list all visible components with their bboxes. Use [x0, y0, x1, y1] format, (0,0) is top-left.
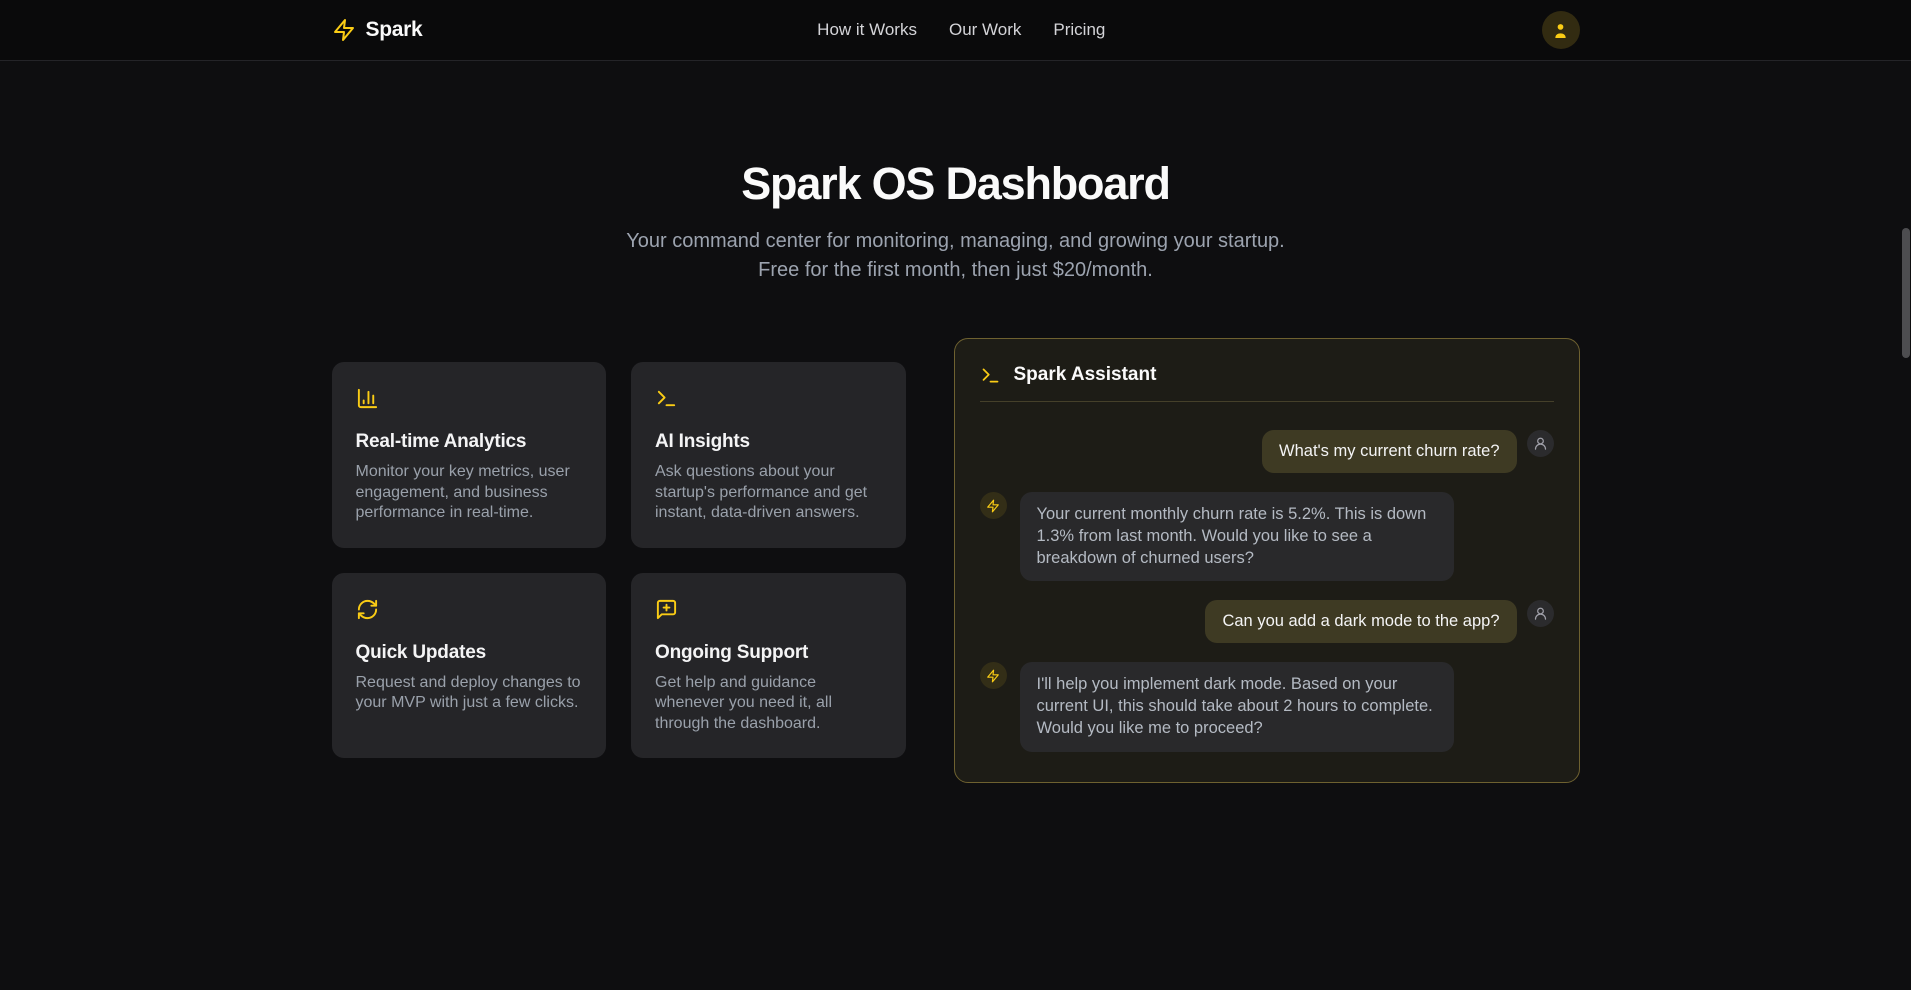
chat-messages: What's my current churn rate? Your curre… [980, 430, 1554, 752]
assistant-message-bubble: Your current monthly churn rate is 5.2%.… [1020, 492, 1454, 581]
feature-card-ongoing-support: Ongoing Support Get help and guidance wh… [631, 573, 906, 759]
terminal-icon [980, 365, 1001, 386]
brand-logo[interactable]: Spark [332, 18, 423, 42]
assistant-avatar [980, 662, 1007, 689]
feature-card-ai-insights: AI Insights Ask questions about your sta… [631, 362, 906, 548]
terminal-icon [655, 387, 678, 410]
chat-message-user: Can you add a dark mode to the app? [980, 600, 1554, 643]
nav-pricing[interactable]: Pricing [1053, 20, 1105, 40]
user-avatar-button[interactable] [1542, 11, 1580, 49]
feature-description: Request and deploy changes to your MVP w… [356, 673, 583, 714]
spark-bolt-icon [986, 669, 1000, 683]
user-icon [1533, 606, 1548, 621]
refresh-icon [356, 598, 379, 621]
feature-description: Ask questions about your startup's perfo… [655, 462, 882, 524]
message-square-plus-icon [655, 598, 678, 621]
page-title: Spark OS Dashboard [0, 158, 1911, 210]
user-icon [1551, 21, 1570, 40]
chat-message-assistant: I'll help you implement dark mode. Based… [980, 662, 1554, 751]
main-nav: How it Works Our Work Pricing [817, 20, 1105, 40]
assistant-title: Spark Assistant [1014, 364, 1157, 386]
page-subtitle: Your command center for monitoring, mana… [613, 227, 1298, 285]
divider [980, 401, 1554, 402]
feature-title: Ongoing Support [655, 642, 882, 664]
nav-our-work[interactable]: Our Work [949, 20, 1021, 40]
chat-message-assistant: Your current monthly churn rate is 5.2%.… [980, 492, 1554, 581]
bar-chart-icon [356, 387, 379, 410]
feature-title: Real-time Analytics [356, 431, 583, 453]
hero-section: Spark OS Dashboard Your command center f… [0, 61, 1911, 285]
feature-description: Monitor your key metrics, user engagemen… [356, 462, 583, 524]
spark-bolt-icon [332, 18, 356, 42]
user-message-bubble: Can you add a dark mode to the app? [1205, 600, 1516, 643]
assistant-panel-header: Spark Assistant [980, 364, 1554, 386]
assistant-message-bubble: I'll help you implement dark mode. Based… [1020, 662, 1454, 751]
content-section: Real-time Analytics Monitor your key met… [332, 338, 1580, 783]
user-message-bubble: What's my current churn rate? [1262, 430, 1516, 473]
spark-assistant-panel: Spark Assistant What's my current churn … [954, 338, 1580, 783]
nav-how-it-works[interactable]: How it Works [817, 20, 917, 40]
feature-description: Get help and guidance whenever you need … [655, 673, 882, 735]
feature-card-quick-updates: Quick Updates Request and deploy changes… [332, 573, 607, 759]
brand-name: Spark [366, 18, 423, 42]
feature-card-realtime-analytics: Real-time Analytics Monitor your key met… [332, 362, 607, 548]
feature-title: AI Insights [655, 431, 882, 453]
assistant-avatar [980, 492, 1007, 519]
chat-message-user: What's my current churn rate? [980, 430, 1554, 473]
scrollbar-thumb[interactable] [1902, 228, 1910, 358]
user-avatar [1527, 600, 1554, 627]
feature-title: Quick Updates [356, 642, 583, 664]
user-avatar [1527, 430, 1554, 457]
header: Spark How it Works Our Work Pricing [0, 0, 1911, 61]
user-icon [1533, 436, 1548, 451]
features-grid: Real-time Analytics Monitor your key met… [332, 362, 906, 758]
spark-bolt-icon [986, 499, 1000, 513]
